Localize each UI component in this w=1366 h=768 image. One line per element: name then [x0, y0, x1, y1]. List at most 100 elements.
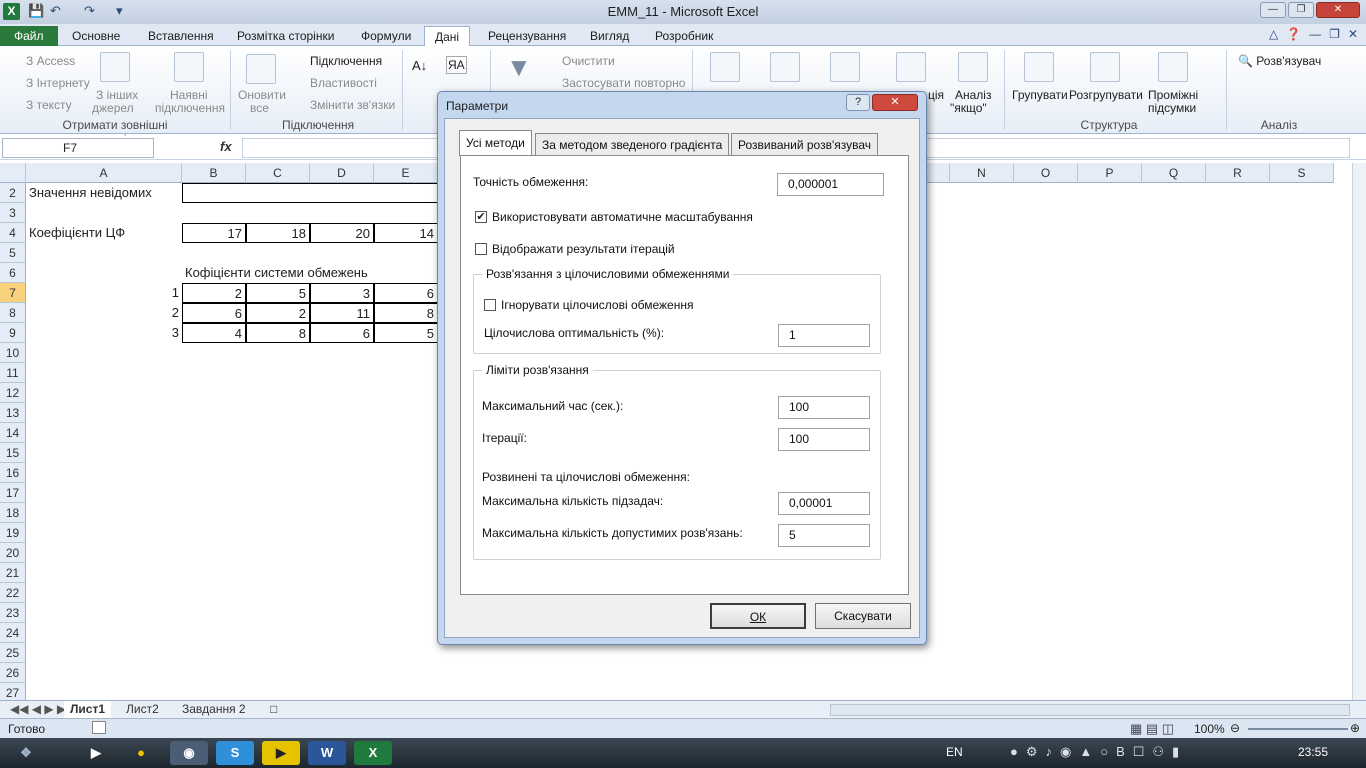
column-header[interactable]: R	[1206, 163, 1270, 183]
sort-icon[interactable]: ЯА	[446, 56, 467, 74]
zoom-out-icon[interactable]: ⊖	[1230, 721, 1240, 735]
cell-d9[interactable]: 6	[310, 323, 374, 343]
from-web-button[interactable]: З Інтернету	[26, 76, 90, 90]
chrome-icon[interactable]: ●	[122, 741, 160, 765]
ignore-integer-checkbox[interactable]	[484, 299, 496, 311]
column-header[interactable]: S	[1270, 163, 1334, 183]
max-subproblems-input[interactable]: 0,00001	[778, 492, 870, 515]
row-header[interactable]: 5	[0, 243, 26, 263]
cell-b8[interactable]: 6	[182, 303, 246, 323]
cell-d8[interactable]: 11	[310, 303, 374, 323]
column-header[interactable]: A	[26, 163, 182, 183]
subtotal-label-1[interactable]: Проміжні	[1148, 88, 1198, 102]
help-button[interactable]: ?	[846, 94, 870, 111]
cell-e7[interactable]: 6	[374, 283, 438, 303]
row-header[interactable]: 3	[0, 203, 26, 223]
tab-page-layout[interactable]: Розмітка сторінки	[227, 26, 344, 46]
properties-button[interactable]: Властивості	[310, 76, 377, 90]
refresh-all-label-1[interactable]: Оновити	[238, 88, 286, 102]
whatif-icon[interactable]	[958, 52, 988, 82]
chevron-up-icon[interactable]: △	[1269, 27, 1278, 41]
unknowns-range[interactable]	[182, 183, 438, 203]
data-validation-icon[interactable]	[830, 52, 860, 82]
from-access-button[interactable]: З Access	[26, 54, 75, 68]
cell-a7[interactable]: 1	[26, 283, 182, 303]
macro-record-icon[interactable]	[92, 721, 106, 734]
column-header[interactable]: O	[1014, 163, 1078, 183]
row-header[interactable]: 26	[0, 663, 26, 683]
sheet-tab-1[interactable]: Лист1	[64, 701, 112, 718]
tab-all-methods[interactable]: Усі методи	[459, 130, 532, 156]
row-header[interactable]: 16	[0, 463, 26, 483]
row-header[interactable]: 7	[0, 283, 26, 303]
ungroup-icon[interactable]	[1090, 52, 1120, 82]
zoom-level[interactable]: 100%	[1194, 722, 1225, 736]
start-icon[interactable]: ❖	[6, 741, 46, 765]
cell-d4[interactable]: 20	[310, 223, 374, 243]
close-button[interactable]: ✕	[1316, 2, 1360, 18]
column-header[interactable]: C	[246, 163, 310, 183]
horizontal-scrollbar[interactable]	[830, 704, 1350, 716]
show-iterations-checkbox[interactable]	[475, 243, 487, 255]
cell-e8[interactable]: 8	[374, 303, 438, 323]
row-header[interactable]: 11	[0, 363, 26, 383]
column-header[interactable]: E	[374, 163, 438, 183]
column-header[interactable]: N	[950, 163, 1014, 183]
edit-links-button[interactable]: Змінити зв'язки	[310, 98, 395, 112]
tab-grg[interactable]: За методом зведеного градієнта	[535, 133, 730, 155]
sheet-tab-3[interactable]: Завдання 2	[176, 701, 252, 718]
other-sources-label-1[interactable]: З інших	[96, 88, 138, 102]
minimize-icon[interactable]: —	[1309, 27, 1321, 41]
row-header[interactable]: 12	[0, 383, 26, 403]
row-header[interactable]: 21	[0, 563, 26, 583]
row-header[interactable]: 10	[0, 343, 26, 363]
ignore-integer-label[interactable]: Ігнорувати цілочислові обмеження	[501, 298, 694, 312]
cell-b7[interactable]: 2	[182, 283, 246, 303]
max-time-input[interactable]: 100	[778, 396, 870, 419]
vertical-scrollbar[interactable]	[1352, 163, 1366, 703]
tab-evolutionary[interactable]: Розвиваний розв'язувач	[731, 133, 879, 155]
row-header[interactable]: 2	[0, 183, 26, 203]
name-box[interactable]: F7	[2, 138, 154, 158]
subtotal-icon[interactable]	[1158, 52, 1188, 82]
word-icon[interactable]: W	[308, 741, 346, 765]
remove-duplicates-icon[interactable]	[770, 52, 800, 82]
text-to-columns-icon[interactable]	[710, 52, 740, 82]
other-sources-label-2[interactable]: джерел	[92, 101, 134, 115]
tab-data[interactable]: Дані	[424, 26, 471, 46]
subtotal-label-2[interactable]: підсумки	[1148, 101, 1196, 115]
cell-c4[interactable]: 18	[246, 223, 310, 243]
cell-c8[interactable]: 2	[246, 303, 310, 323]
cell-c7[interactable]: 5	[246, 283, 310, 303]
firefox-icon[interactable]: ◉	[170, 741, 208, 765]
row-header[interactable]: 19	[0, 523, 26, 543]
existing-connections-label-1[interactable]: Наявні	[170, 88, 208, 102]
row-header[interactable]: 17	[0, 483, 26, 503]
fx-icon[interactable]: fx	[220, 139, 232, 154]
row-header[interactable]: 6	[0, 263, 26, 283]
row-header[interactable]: 18	[0, 503, 26, 523]
integer-optimality-input[interactable]: 1	[778, 324, 870, 347]
zoom-slider[interactable]	[1248, 728, 1348, 730]
help-icon[interactable]: ❓	[1286, 27, 1301, 41]
cell-e4[interactable]: 14	[374, 223, 438, 243]
precision-input[interactable]: 0,000001	[777, 173, 884, 196]
ungroup-button[interactable]: Розгрупувати	[1069, 88, 1143, 102]
column-header[interactable]: D	[310, 163, 374, 183]
row-header[interactable]: 14	[0, 423, 26, 443]
skype-icon[interactable]: S	[216, 741, 254, 765]
existing-connections-label-2[interactable]: підключення	[155, 101, 225, 115]
filter-icon[interactable]: ▼	[506, 52, 532, 83]
dialog-close-button[interactable]: ✕	[872, 94, 918, 111]
player-icon[interactable]: ▶	[262, 741, 300, 765]
max-feasible-input[interactable]: 5	[778, 524, 870, 547]
whatif-label-1[interactable]: Аналіз	[955, 88, 991, 102]
row-header[interactable]: 25	[0, 643, 26, 663]
cell-a4[interactable]: Коефіцієнти ЦФ	[26, 223, 182, 243]
tab-view[interactable]: Вигляд	[580, 26, 639, 46]
clear-filter-button[interactable]: Очистити	[562, 54, 615, 68]
excel-taskbar-icon[interactable]: X	[354, 741, 392, 765]
cell-b4[interactable]: 17	[182, 223, 246, 243]
restore-icon[interactable]: ❐	[1329, 27, 1340, 41]
cell-a8[interactable]: 2	[26, 303, 182, 323]
